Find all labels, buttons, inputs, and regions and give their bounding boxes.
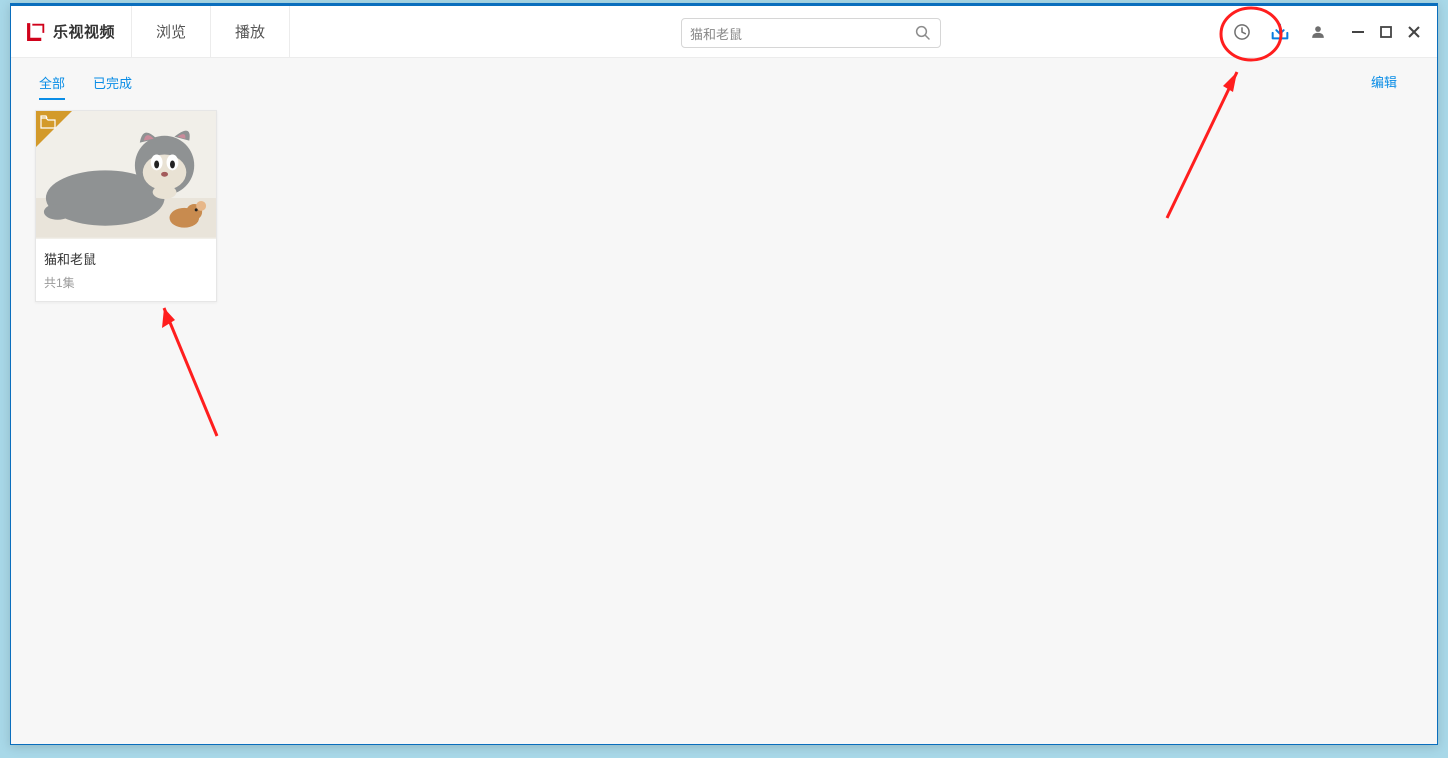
folder-badge [36, 111, 72, 147]
content-area: 猫和老鼠 共1集 [11, 106, 1437, 306]
edit-link-label: 编辑 [1371, 75, 1397, 90]
search-input[interactable] [690, 26, 914, 41]
brand-text: 乐视视频 [53, 21, 115, 42]
folder-icon [40, 115, 56, 129]
card-meta: 猫和老鼠 共1集 [36, 239, 216, 301]
clock-icon [1232, 22, 1252, 42]
app-window: 乐视视频 浏览 播放 [10, 3, 1438, 745]
search-wrap [681, 18, 941, 48]
download-card[interactable]: 猫和老鼠 共1集 [35, 110, 217, 302]
account-button[interactable] [1299, 6, 1337, 58]
download-icon [1269, 21, 1291, 43]
maximize-icon [1379, 25, 1393, 39]
search-icon [914, 24, 932, 42]
tab-all[interactable]: 全部 [39, 67, 65, 98]
search-button[interactable] [914, 24, 932, 42]
brand-logo[interactable]: 乐视视频 [11, 6, 132, 57]
nav-browse[interactable]: 浏览 [132, 6, 211, 57]
search-box [681, 18, 941, 48]
edit-link[interactable]: 编辑 [1371, 72, 1397, 91]
downloads-button[interactable] [1261, 6, 1299, 58]
maximize-button[interactable] [1377, 23, 1395, 41]
header-bar: 乐视视频 浏览 播放 [11, 6, 1437, 58]
close-icon [1407, 25, 1421, 39]
card-title: 猫和老鼠 [44, 249, 208, 268]
card-episodes: 共1集 [44, 274, 208, 291]
tab-done-label: 已完成 [93, 76, 132, 91]
tab-done[interactable]: 已完成 [93, 67, 132, 98]
header-right [1223, 6, 1429, 58]
brand-icon [25, 21, 47, 43]
nav-play[interactable]: 播放 [211, 6, 290, 57]
user-icon [1308, 22, 1328, 42]
tabs-bar: 全部 已完成 编辑 [11, 58, 1437, 106]
nav-play-label: 播放 [235, 21, 265, 42]
card-thumb [36, 111, 216, 239]
close-button[interactable] [1405, 23, 1423, 41]
minimize-icon [1351, 25, 1365, 39]
minimize-button[interactable] [1349, 23, 1367, 41]
window-controls [1349, 23, 1423, 41]
tab-all-label: 全部 [39, 76, 65, 91]
history-button[interactable] [1223, 6, 1261, 58]
nav-browse-label: 浏览 [156, 21, 186, 42]
